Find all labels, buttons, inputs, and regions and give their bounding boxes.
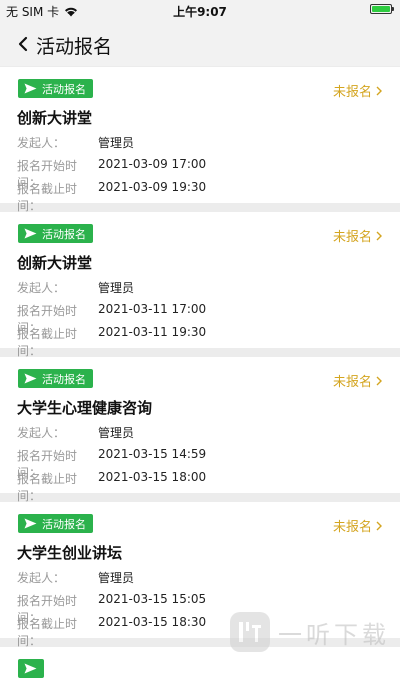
activity-tag-label: 活动报名 — [42, 372, 86, 386]
end-time-value: 2021-03-09 19:30 — [98, 180, 207, 194]
registration-status-link[interactable]: 未报名 — [333, 81, 382, 100]
organizer-label: 发起人： — [17, 571, 66, 585]
chevron-right-icon — [376, 521, 382, 530]
watermark: 一听下载 — [230, 612, 390, 652]
end-time-row: 报名截止时间： 2021-03-15 18:30 — [17, 615, 206, 649]
registration-status: 未报名 — [332, 375, 372, 390]
battery-icon — [370, 4, 394, 14]
chevron-right-icon — [376, 86, 382, 95]
end-time-value: 2021-03-11 19:30 — [98, 325, 207, 339]
chevron-right-icon — [376, 231, 382, 240]
end-time-label: 报名截止时间： — [17, 182, 78, 213]
send-icon — [24, 373, 37, 384]
send-icon — [24, 83, 37, 94]
activity-tag-label: 活动报名 — [42, 227, 86, 241]
activity-tag: 活动报名 — [18, 79, 93, 98]
registration-status-link[interactable]: 未报名 — [333, 516, 382, 535]
status-time: 上午9:07 — [173, 5, 227, 19]
activity-card[interactable]: 活动报名 未报名 创新大讲堂 发起人： 管理员 报名开始时间： 2021-03-… — [0, 67, 400, 213]
activity-card-partial[interactable] — [0, 647, 400, 687]
registration-status: 未报名 — [332, 85, 372, 100]
page-title: 活动报名 — [36, 36, 113, 58]
organizer-value: 管理员 — [98, 281, 135, 295]
end-time-row: 报名截止时间： 2021-03-11 19:30 — [17, 325, 206, 359]
organizer-value: 管理员 — [98, 571, 135, 585]
end-time-label: 报名截止时间： — [17, 617, 78, 648]
send-icon — [24, 663, 37, 674]
organizer-label: 发起人： — [17, 136, 66, 150]
send-icon — [24, 518, 37, 529]
status-bar: 无 SIM 卡 上午9:07 — [0, 0, 400, 22]
activity-list: 活动报名 未报名 创新大讲堂 发起人： 管理员 报名开始时间： 2021-03-… — [0, 67, 400, 687]
organizer-label: 发起人： — [17, 281, 66, 295]
activity-title: 创新大讲堂 — [17, 254, 93, 272]
end-time-row: 报名截止时间： 2021-03-15 18:00 — [17, 470, 206, 504]
back-arrow-icon[interactable] — [14, 33, 34, 55]
activity-card[interactable]: 活动报名 未报名 大学生心理健康咨询 发起人： 管理员 报名开始时间： 2021… — [0, 357, 400, 503]
registration-status-link[interactable]: 未报名 — [333, 371, 382, 390]
end-time-label: 报名截止时间： — [17, 472, 78, 503]
end-time-value: 2021-03-15 18:30 — [98, 615, 207, 629]
activity-title: 创新大讲堂 — [17, 109, 93, 127]
organizer-label: 发起人： — [17, 426, 66, 440]
watermark-text: 一听下载 — [278, 620, 390, 649]
end-time-label: 报名截止时间： — [17, 327, 78, 358]
nav-bar: 活动报名 — [0, 22, 400, 66]
activity-tag — [18, 659, 44, 678]
organizer-value: 管理员 — [98, 136, 135, 150]
activity-title: 大学生创业讲坛 — [17, 544, 123, 562]
registration-status-link[interactable]: 未报名 — [333, 226, 382, 245]
activity-tag: 活动报名 — [18, 224, 93, 243]
send-icon — [24, 228, 37, 239]
registration-status: 未报名 — [332, 230, 372, 245]
registration-status: 未报名 — [332, 520, 372, 535]
battery-indicator — [370, 4, 394, 14]
activity-tag: 活动报名 — [18, 369, 93, 388]
activity-tag-label: 活动报名 — [42, 82, 86, 96]
activity-title: 大学生心理健康咨询 — [17, 399, 153, 417]
end-time-value: 2021-03-15 18:00 — [98, 470, 207, 484]
activity-tag: 活动报名 — [18, 514, 93, 533]
organizer-row: 发起人： 管理员 — [17, 424, 134, 441]
activity-card[interactable]: 活动报名 未报名 创新大讲堂 发起人： 管理员 报名开始时间： 2021-03-… — [0, 212, 400, 358]
end-time-row: 报名截止时间： 2021-03-09 19:30 — [17, 180, 206, 214]
organizer-row: 发起人： 管理员 — [17, 134, 134, 151]
chevron-right-icon — [376, 376, 382, 385]
organizer-value: 管理员 — [98, 426, 135, 440]
activity-tag-label: 活动报名 — [42, 517, 86, 531]
organizer-row: 发起人： 管理员 — [17, 569, 134, 586]
organizer-row: 发起人： 管理员 — [17, 279, 134, 296]
watermark-logo-icon — [230, 612, 270, 652]
